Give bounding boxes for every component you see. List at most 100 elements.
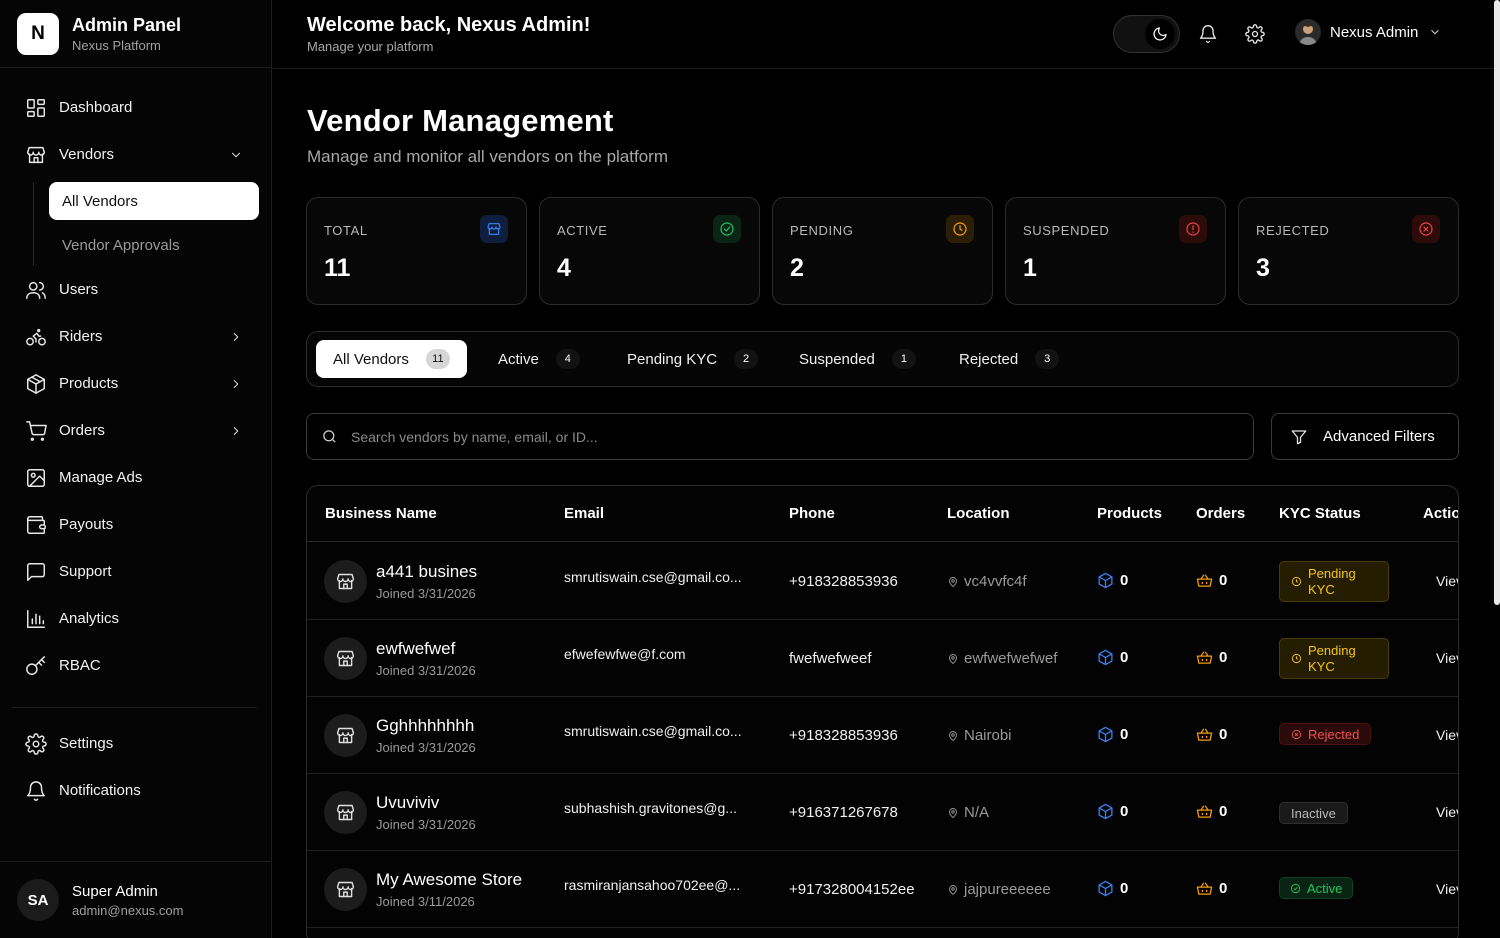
page-subtitle: Manage and monitor all vendors on the pl… bbox=[307, 147, 668, 166]
view-button[interactable]: Viev bbox=[1436, 881, 1458, 897]
vendor-email: rasmiranjansahoo702ee@... bbox=[564, 877, 741, 893]
x-circle-icon bbox=[1291, 729, 1302, 739]
package-icon bbox=[1098, 880, 1113, 897]
sidebar-item-label: Manage Ads bbox=[59, 469, 143, 486]
stat-card-rejected: REJECTED 3 bbox=[1238, 197, 1459, 305]
tab-suspended[interactable]: Suspended 1 bbox=[799, 340, 916, 378]
stat-card-suspended: SUSPENDED 1 bbox=[1005, 197, 1226, 305]
view-button[interactable]: Viev bbox=[1436, 650, 1458, 666]
sidebar-nav: Dashboard Vendors All Vendors Vendor App… bbox=[0, 68, 271, 814]
tab-pending-kyc[interactable]: Pending KYC 2 bbox=[627, 340, 759, 378]
sidebar-item-label: Dashboard bbox=[59, 99, 133, 116]
bike-icon bbox=[26, 328, 46, 346]
user-name: Super Admin bbox=[72, 882, 158, 900]
sidebar-item-payouts[interactable]: Payouts bbox=[0, 501, 271, 548]
orders-count: 0 bbox=[1196, 726, 1227, 743]
advanced-filters-label: Advanced Filters bbox=[1323, 428, 1435, 445]
sidebar-item-riders[interactable]: Riders bbox=[0, 313, 271, 360]
column-header[interactable]: KYC Status bbox=[1279, 505, 1361, 522]
sidebar: N Admin Panel Nexus Platform Dashboard V… bbox=[0, 0, 272, 938]
avatar bbox=[1295, 19, 1321, 45]
gear-icon bbox=[1245, 24, 1265, 44]
business-name: Uvuviviv bbox=[376, 793, 440, 812]
orders-value: 0 bbox=[1219, 803, 1228, 820]
sidebar-item-dashboard[interactable]: Dashboard bbox=[0, 84, 271, 131]
kyc-status-text: Inactive bbox=[1291, 805, 1336, 821]
theme-toggle[interactable] bbox=[1113, 15, 1180, 53]
chevron-down-icon bbox=[1431, 29, 1440, 35]
sidebar-item-users[interactable]: Users bbox=[0, 266, 271, 313]
page-scrollbar[interactable] bbox=[1494, 0, 1500, 605]
avatar: SA bbox=[17, 879, 59, 921]
sidebar-item-orders[interactable]: Orders bbox=[0, 407, 271, 454]
vendor-status-tabs: All Vendors 11 Active 4 Pending KYC 2 Su… bbox=[306, 331, 1459, 387]
table-row[interactable]: a441 busines Joined 3/31/2026 smrutiswai… bbox=[307, 543, 1458, 620]
products-count: 0 bbox=[1097, 649, 1128, 666]
view-button[interactable]: Viev bbox=[1436, 804, 1458, 820]
tab-all-vendors[interactable]: All Vendors 11 bbox=[316, 340, 467, 378]
settings-button[interactable] bbox=[1245, 24, 1265, 44]
sidebar-item-notifications[interactable]: Notifications bbox=[0, 767, 271, 814]
profile-menu[interactable]: Nexus Admin bbox=[1295, 19, 1442, 45]
joined-date: Joined 3/31/2026 bbox=[376, 586, 476, 601]
sidebar-item-analytics[interactable]: Analytics bbox=[0, 595, 271, 642]
column-header[interactable]: Phone bbox=[789, 505, 835, 522]
clock-icon bbox=[1291, 576, 1302, 587]
table-row[interactable]: My Awesome Store Joined 3/11/2026 rasmir… bbox=[307, 851, 1458, 928]
sidebar-item-products[interactable]: Products bbox=[0, 360, 271, 407]
column-header[interactable]: Actio bbox=[1423, 505, 1458, 522]
view-button[interactable]: Viev bbox=[1436, 573, 1458, 589]
gear-icon bbox=[25, 732, 47, 755]
stat-value: 11 bbox=[324, 254, 351, 282]
business-name: My Awesome Store bbox=[376, 870, 523, 889]
x-circle-icon bbox=[1412, 215, 1440, 243]
vendor-phone: fwefwefweef bbox=[789, 650, 872, 667]
sidebar-subitem-vendor-approvals[interactable]: Vendor Approvals bbox=[49, 224, 271, 266]
column-header[interactable]: Location bbox=[947, 505, 1010, 522]
sidebar-item-rbac[interactable]: RBAC bbox=[0, 642, 271, 689]
orders-count: 0 bbox=[1196, 572, 1227, 589]
kyc-status-line: KYC bbox=[1308, 581, 1335, 597]
stat-value: 3 bbox=[1256, 254, 1270, 282]
brand-title: Admin Panel bbox=[72, 14, 182, 35]
kyc-status-line: Pending bbox=[1308, 642, 1356, 658]
vendor-phone: +918328853936 bbox=[789, 573, 898, 590]
business-name: ewfwefwef bbox=[376, 639, 456, 658]
orders-count: 0 bbox=[1196, 880, 1227, 897]
sidebar-item-label: Support bbox=[59, 563, 112, 580]
column-header[interactable]: Email bbox=[564, 505, 604, 522]
notifications-button[interactable] bbox=[1198, 24, 1218, 44]
column-header[interactable]: Products bbox=[1097, 505, 1162, 522]
products-count: 0 bbox=[1097, 803, 1128, 820]
table-row[interactable]: ewfwefwef Joined 3/31/2026 efwefewfwe@f.… bbox=[307, 620, 1458, 697]
products-count: 0 bbox=[1097, 726, 1128, 743]
joined-date: Joined 3/31/2026 bbox=[376, 817, 476, 832]
message-square-icon bbox=[27, 562, 45, 581]
key-icon bbox=[26, 655, 45, 675]
sidebar-item-manage-ads[interactable]: Manage Ads bbox=[0, 454, 271, 501]
tab-count-badge: 1 bbox=[891, 349, 916, 369]
sidebar-item-support[interactable]: Support bbox=[0, 548, 271, 595]
sidebar-user[interactable]: SA Super Admin admin@nexus.com bbox=[0, 861, 271, 938]
sidebar-subitem-all-vendors[interactable]: All Vendors bbox=[49, 182, 259, 220]
clock-icon bbox=[1291, 653, 1302, 664]
table-row[interactable]: Gghhhhhhhh Joined 3/31/2026 smrutiswain.… bbox=[307, 697, 1458, 774]
advanced-filters-button[interactable]: Advanced Filters bbox=[1271, 413, 1459, 460]
table-row[interactable]: Uvuviviv Joined 3/31/2026 subhashish.gra… bbox=[307, 774, 1458, 851]
kyc-status-badge: Pending KYC bbox=[1279, 561, 1389, 602]
kyc-status-badge: Active bbox=[1279, 877, 1354, 899]
column-header[interactable]: Orders bbox=[1196, 505, 1245, 522]
sidebar-item-label: Analytics bbox=[59, 610, 120, 627]
kyc-status-badge: Rejected bbox=[1279, 723, 1372, 745]
tab-rejected[interactable]: Rejected 3 bbox=[959, 340, 1060, 378]
search-input[interactable] bbox=[351, 428, 1231, 445]
sidebar-item-settings[interactable]: Settings bbox=[0, 720, 271, 767]
brand[interactable]: N Admin Panel Nexus Platform bbox=[0, 0, 271, 68]
stat-label: TOTAL bbox=[324, 223, 368, 238]
view-button[interactable]: Viev bbox=[1436, 727, 1458, 743]
tab-active[interactable]: Active 4 bbox=[498, 340, 580, 378]
vendor-phone: +918328853936 bbox=[789, 727, 898, 744]
column-header[interactable]: Business Name bbox=[325, 505, 437, 522]
vendor-location: N/A bbox=[947, 804, 989, 821]
sidebar-item-vendors[interactable]: Vendors bbox=[0, 131, 271, 178]
